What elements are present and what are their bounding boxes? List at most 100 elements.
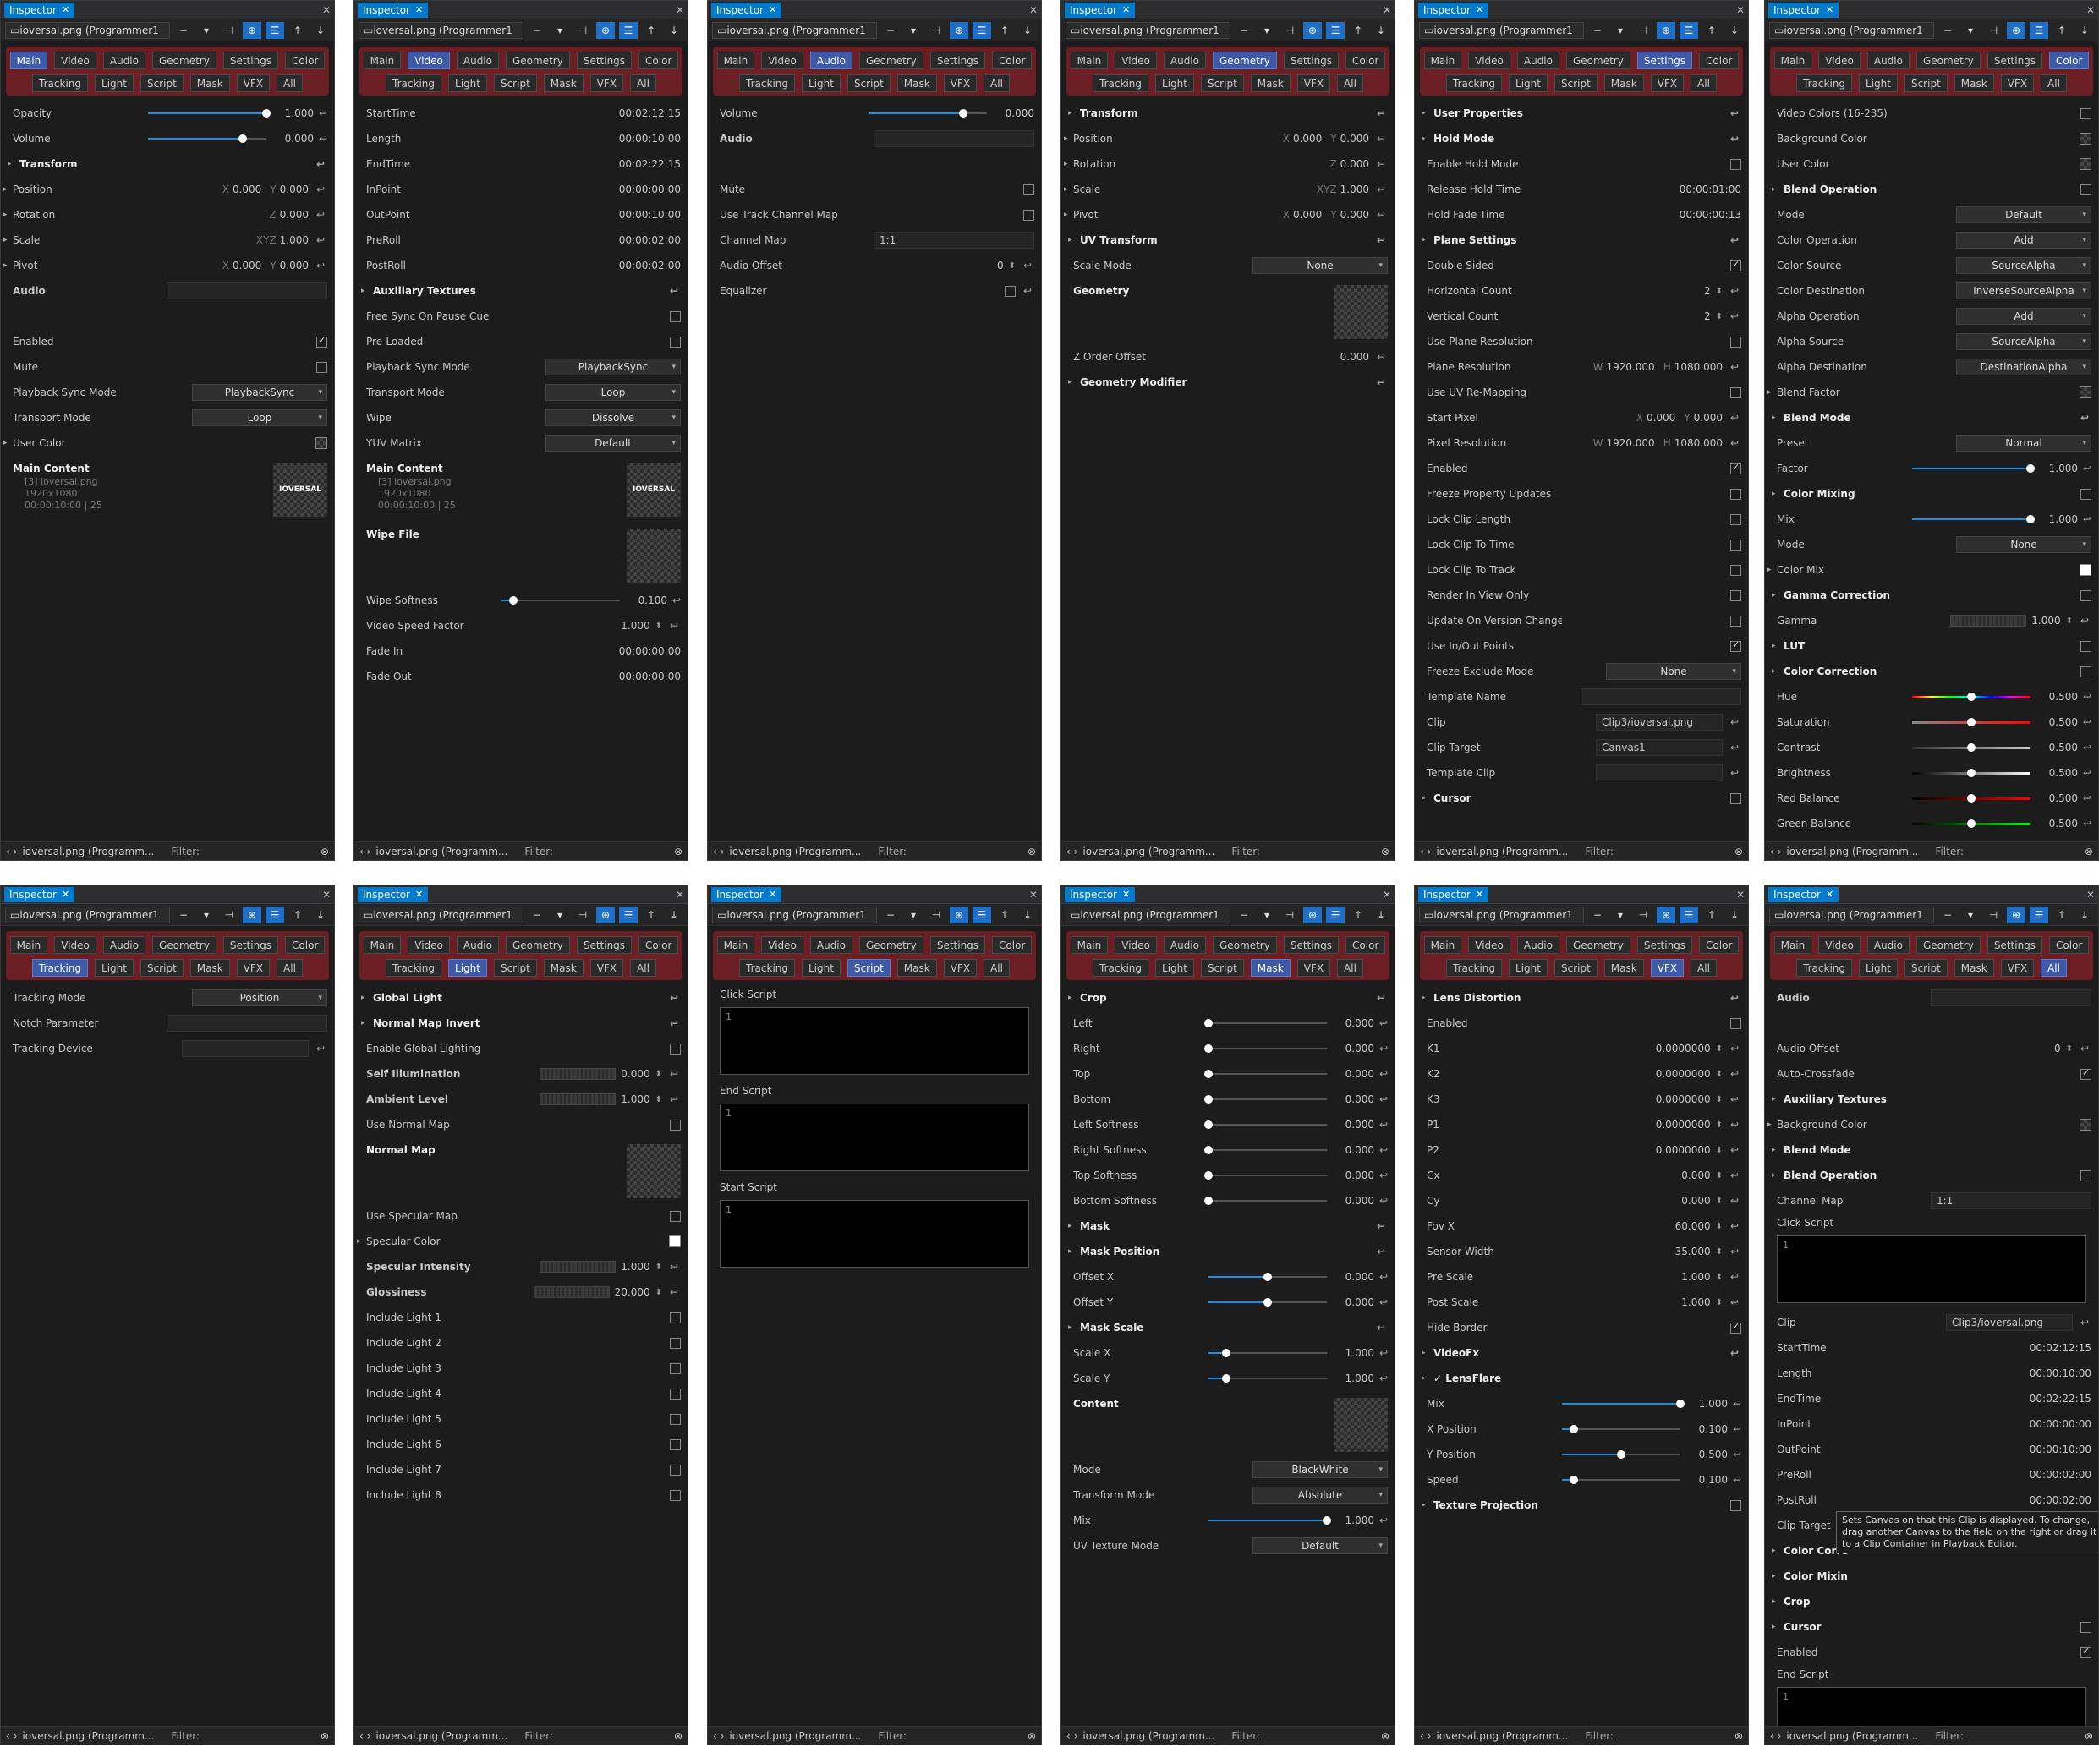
reset-icon[interactable]: ↩ xyxy=(2078,412,2091,424)
value-text[interactable]: 1.000 xyxy=(621,1261,649,1273)
spin-arrows-icon[interactable]: ⬍ xyxy=(1716,1222,1723,1231)
slider-knob[interactable] xyxy=(1967,769,1976,777)
expand-icon[interactable]: ▸ xyxy=(1767,566,1772,574)
tab-geometry[interactable]: Geometry xyxy=(1212,52,1277,69)
pin-icon[interactable]: ⊣ xyxy=(1280,22,1299,39)
checkbox[interactable] xyxy=(2080,1646,2091,1658)
gradient-slider[interactable] xyxy=(1912,692,2030,702)
tab-main[interactable]: Main xyxy=(1070,936,1109,954)
tab-color[interactable]: Color xyxy=(638,936,679,954)
checkbox[interactable] xyxy=(1730,589,1741,601)
target-icon[interactable]: ⊕ xyxy=(2007,906,2025,923)
arrow-up-icon[interactable]: ↑ xyxy=(1349,22,1367,39)
value-text[interactable]: 00:00:00:00 xyxy=(619,184,681,195)
minus-icon[interactable]: − xyxy=(1235,907,1253,923)
value-text[interactable]: 1.000 xyxy=(2031,615,2060,627)
minus-icon[interactable]: − xyxy=(174,907,193,923)
value-slider[interactable] xyxy=(1912,463,2035,474)
source-select[interactable]: ▭ ioversal.png (Programmer1 xyxy=(1066,21,1230,39)
close-icon[interactable]: ✕ xyxy=(769,889,776,900)
slider-knob[interactable] xyxy=(2026,464,2035,473)
tab-vfx[interactable]: VFX xyxy=(943,959,978,977)
tab-tracking[interactable]: Tracking xyxy=(32,74,89,92)
dropdown[interactable]: SourceAlpha xyxy=(1956,257,2091,274)
value-track[interactable] xyxy=(540,1093,617,1105)
value-text[interactable]: 0 xyxy=(2054,1043,2061,1055)
x-value[interactable]: 0.000 xyxy=(1293,133,1322,145)
expand-icon[interactable]: ▸ xyxy=(361,1019,370,1027)
tab-geometry[interactable]: Geometry xyxy=(1565,52,1630,69)
value-text[interactable]: 0.0000000 xyxy=(1656,1068,1711,1080)
spin-arrows-icon[interactable]: ⬍ xyxy=(1716,1120,1723,1130)
tab-video[interactable]: Video xyxy=(408,52,450,69)
tab-all[interactable]: All xyxy=(630,959,656,977)
dropdown[interactable]: Position xyxy=(192,989,327,1006)
reset-icon[interactable]: ↩ xyxy=(1728,1220,1741,1232)
minus-icon[interactable]: − xyxy=(528,22,546,39)
value-text[interactable]: 00:00:02:00 xyxy=(619,234,681,246)
reset-icon[interactable]: ↩ xyxy=(1379,1043,1388,1055)
tab-audio[interactable]: Audio xyxy=(102,936,145,954)
tab-mask[interactable]: Mask xyxy=(896,74,937,92)
text-field[interactable]: 1:1 xyxy=(874,232,1034,249)
clear-icon[interactable]: ⊗ xyxy=(1028,846,1036,857)
close-icon[interactable]: ✕ xyxy=(1383,889,1391,901)
tab-tracking[interactable]: Tracking xyxy=(739,74,796,92)
tab-mask[interactable]: Mask xyxy=(543,74,584,92)
close-icon[interactable]: ✕ xyxy=(415,4,423,15)
tab-video[interactable]: Video xyxy=(1468,936,1510,954)
tab-video[interactable]: Video xyxy=(1115,936,1157,954)
tab-tracking[interactable]: Tracking xyxy=(386,959,442,977)
spin-arrows-icon[interactable]: ⬍ xyxy=(655,1288,662,1297)
dropdown[interactable]: Loop xyxy=(545,384,681,401)
tab-tracking[interactable]: Tracking xyxy=(1093,959,1149,977)
chevron-down-icon[interactable]: ▾ xyxy=(1611,907,1630,923)
reset-icon[interactable]: ↩ xyxy=(1728,361,1741,373)
checkbox[interactable] xyxy=(2080,666,2091,677)
value-track[interactable] xyxy=(540,1068,617,1080)
reset-icon[interactable]: ↩ xyxy=(1374,107,1388,119)
tab-light[interactable]: Light xyxy=(95,74,134,92)
color-swatch[interactable] xyxy=(2080,158,2091,170)
tab-settings[interactable]: Settings xyxy=(222,52,279,69)
value-slider[interactable] xyxy=(1208,1348,1327,1358)
reset-icon[interactable]: ↩ xyxy=(1374,209,1388,221)
value-text[interactable]: 0.000 xyxy=(1332,1068,1374,1080)
checkbox[interactable] xyxy=(1730,1017,1741,1029)
pin-icon[interactable]: ⊣ xyxy=(1984,907,2003,923)
list-icon[interactable]: ☰ xyxy=(619,21,638,39)
arrow-down-icon[interactable]: ↓ xyxy=(2075,907,2094,923)
reset-icon[interactable]: ↩ xyxy=(1379,1068,1388,1080)
expand-icon[interactable]: ▸ xyxy=(1772,1547,1780,1555)
value-text[interactable]: 0.500 xyxy=(2036,742,2078,753)
tab-tracking[interactable]: Tracking xyxy=(1796,959,1853,977)
expand-icon[interactable]: ▸ xyxy=(1772,1171,1780,1180)
dropdown[interactable]: Default xyxy=(1956,206,2091,223)
reset-icon[interactable]: ↩ xyxy=(667,620,681,632)
reset-icon[interactable]: ↩ xyxy=(667,1261,681,1273)
tab-video[interactable]: Video xyxy=(1468,52,1510,69)
spin-arrows-icon[interactable]: ⬍ xyxy=(1716,1146,1723,1155)
reset-icon[interactable]: ↩ xyxy=(1379,1195,1388,1207)
slider-knob[interactable] xyxy=(1204,1146,1213,1154)
clip-field[interactable]: Clip3/ioversal.png xyxy=(1596,714,1723,731)
slider-knob[interactable] xyxy=(1323,1516,1331,1525)
arrow-down-icon[interactable]: ↓ xyxy=(311,22,330,39)
value-text[interactable]: 1.000 xyxy=(2036,463,2078,474)
value-text[interactable]: 1.000 xyxy=(1332,1515,1374,1526)
script-editor[interactable]: 1 xyxy=(720,1200,1029,1268)
checkbox[interactable] xyxy=(1730,386,1741,398)
tab-video[interactable]: Video xyxy=(1818,936,1861,954)
thumbnail[interactable]: IOVERSAL xyxy=(273,463,327,517)
slider-knob[interactable] xyxy=(1222,1374,1230,1383)
reset-icon[interactable]: ↩ xyxy=(2078,1043,2091,1055)
value-slider[interactable] xyxy=(1208,1297,1327,1307)
chevron-down-icon[interactable]: ▾ xyxy=(551,907,569,923)
reset-icon[interactable]: ↩ xyxy=(667,1068,681,1080)
tab-mask[interactable]: Mask xyxy=(1954,959,1994,977)
checkbox[interactable] xyxy=(670,1337,681,1349)
reset-icon[interactable]: ↩ xyxy=(1728,1271,1741,1283)
slider-knob[interactable] xyxy=(262,109,271,118)
tab-script[interactable]: Script xyxy=(1904,74,1948,92)
tab-video[interactable]: Video xyxy=(1818,52,1861,69)
